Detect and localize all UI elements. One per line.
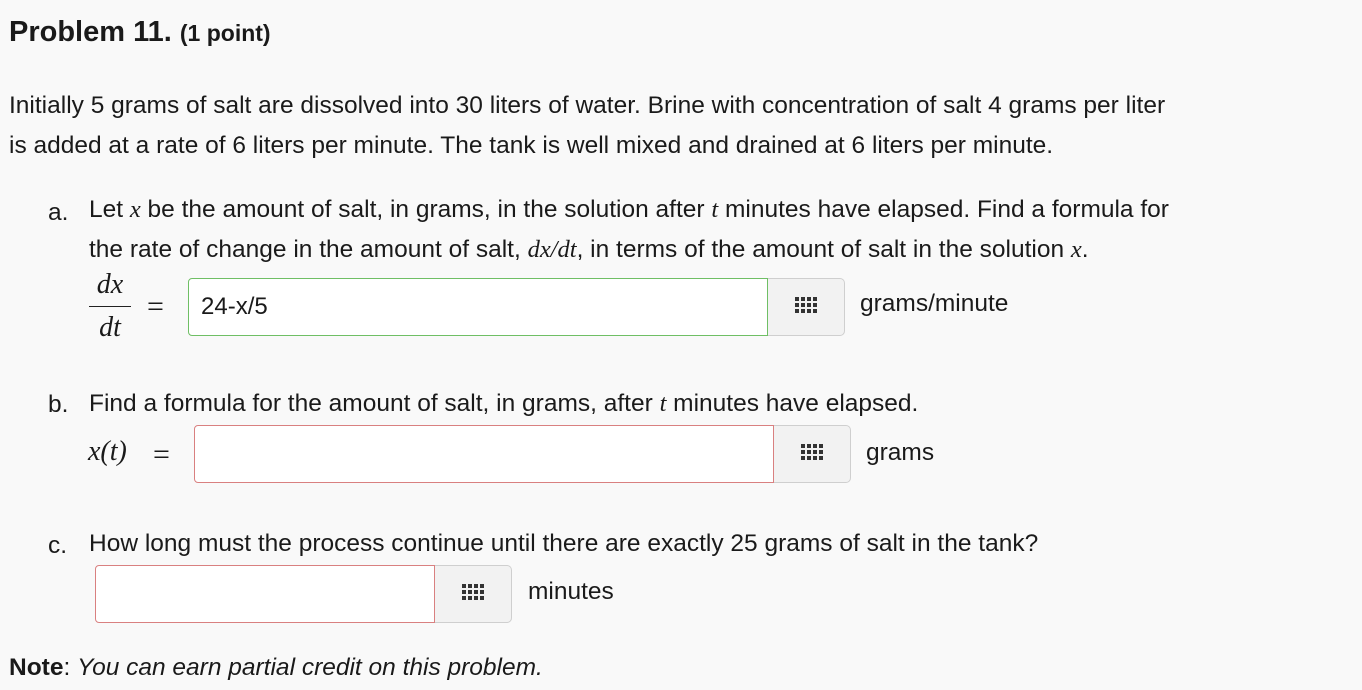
fraction-denominator: dt [99, 312, 121, 343]
fraction-bar [89, 306, 131, 307]
var-x: x [129, 196, 141, 223]
note-colon: : [63, 654, 71, 681]
part-b-text: Find a formula for the amount of salt, i… [89, 390, 660, 417]
part-a-text: be the amount of salt, in grams, in the … [140, 196, 712, 223]
derivative-inline: dx/dt [527, 236, 577, 263]
unit-label-a: grams/minute [860, 290, 1009, 317]
derivative-fraction: dx dt [85, 268, 135, 345]
answer-input-c[interactable] [95, 565, 435, 623]
answer-input-a[interactable]: 24-x/5 [188, 278, 768, 336]
grid-icon [462, 584, 484, 604]
part-a-line-1: Let x be the amount of salt, in grams, i… [89, 190, 1359, 230]
equals-sign: = [147, 290, 164, 323]
problem-title: Problem 11. (1 point) [9, 16, 271, 49]
note: Note: You can earn partial credit on thi… [9, 654, 543, 682]
answer-input-b[interactable] [194, 425, 774, 483]
unit-label-c: minutes [528, 578, 614, 605]
equation-palette-button-b[interactable] [774, 425, 851, 483]
problem-statement: Initially 5 grams of salt are dissolved … [9, 86, 1354, 166]
grid-icon [795, 297, 817, 317]
part-c-letter: c. [48, 532, 68, 559]
problem-points: (1 point) [179, 20, 271, 46]
part-b-text: minutes have elapsed. [666, 390, 919, 417]
part-a-question: Let x be the amount of salt, in grams, i… [89, 190, 1359, 270]
part-a-text: the rate of change in the amount of salt… [89, 236, 528, 263]
part-a-text: minutes have elapsed. Find a formula for [718, 196, 1169, 223]
var-x: x [1070, 236, 1082, 263]
part-c-question: How long must the process continue until… [89, 530, 1039, 557]
function-lhs: x(t) [88, 436, 127, 467]
statement-line-2: is added at a rate of 6 liters per minut… [9, 132, 1054, 159]
grid-icon [801, 444, 823, 464]
part-b-letter: b. [48, 391, 69, 418]
part-b-question: Find a formula for the amount of salt, i… [89, 384, 1359, 424]
part-a-line-2: the rate of change in the amount of salt… [89, 230, 1359, 270]
note-label: Note [9, 654, 64, 681]
statement-line-1: Initially 5 grams of salt are dissolved … [9, 92, 1166, 119]
note-text: You can earn partial credit on this prob… [77, 654, 543, 681]
part-a-text: . [1081, 236, 1089, 263]
part-a-letter: a. [48, 199, 69, 226]
fraction-numerator: dx [96, 269, 124, 300]
part-a-text: Let [89, 196, 130, 223]
problem-label: Problem 11. [9, 16, 172, 48]
equation-palette-button-a[interactable] [768, 278, 845, 336]
equation-palette-button-c[interactable] [435, 565, 512, 623]
unit-label-b: grams [866, 439, 935, 466]
part-a-text: , in terms of the amount of salt in the … [576, 236, 1071, 263]
answer-input-a-value: 24-x/5 [201, 293, 268, 320]
equals-sign: = [153, 438, 170, 471]
